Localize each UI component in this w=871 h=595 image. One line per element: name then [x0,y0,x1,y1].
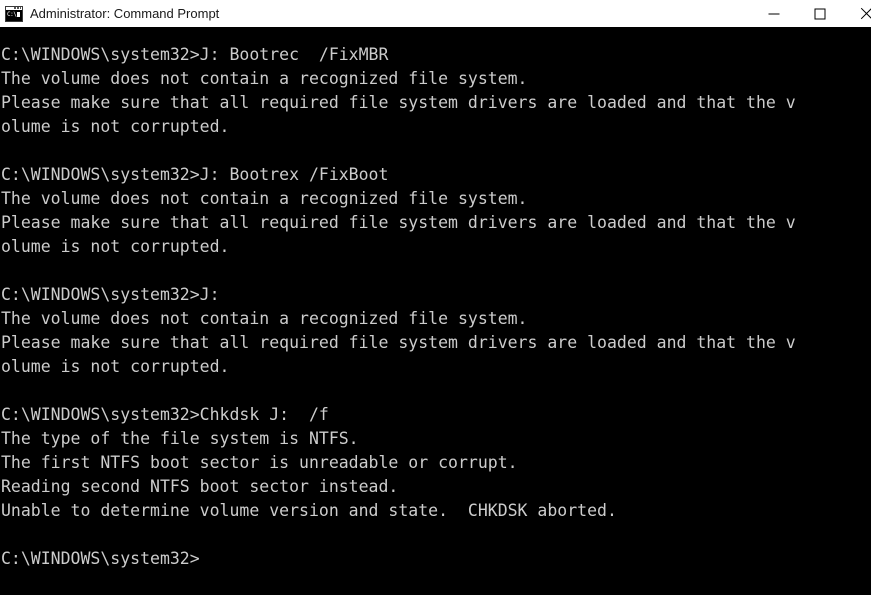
console-output-area[interactable]: C:\WINDOWS\system32>J: Bootrec /FixMBR Th… [0,27,871,595]
console-line: Please make sure that all required file … [1,93,796,112]
window-title: Administrator: Command Prompt [30,6,220,21]
console-line: C:\WINDOWS\system32>J: Bootrec /FixMBR [1,45,389,64]
close-button[interactable] [843,0,871,27]
title-bar[interactable]: C:\ Administrator: Command Prompt [0,0,871,27]
window-controls [751,0,871,27]
console-line: Unable to determine volume version and s… [1,501,617,520]
console-line: The type of the file system is NTFS. [1,429,359,448]
console-line: The volume does not contain a recognized… [1,189,528,208]
minimize-icon [768,13,780,14]
console-line: The first NTFS boot sector is unreadable… [1,453,518,472]
console-line: Please make sure that all required file … [1,333,796,352]
console-line: olume is not corrupted. [1,117,230,136]
console-line: C:\WINDOWS\system32> [1,549,200,568]
console-line: olume is not corrupted. [1,237,230,256]
minimize-button[interactable] [751,0,797,27]
maximize-icon [814,8,826,19]
console-line: C:\WINDOWS\system32>J: [1,285,220,304]
title-bar-left: C:\ Administrator: Command Prompt [0,0,751,27]
console-line: The volume does not contain a recognized… [1,309,528,328]
console-lines: C:\WINDOWS\system32>J: Bootrec /FixMBR Th… [1,43,871,571]
icon-caret [17,11,20,17]
console-line: C:\WINDOWS\system32>Chkdsk J: /f [1,405,329,424]
maximize-button[interactable] [797,0,843,27]
console-line: Reading second NTFS boot sector instead. [1,477,399,496]
close-icon [859,7,871,21]
console-line: C:\WINDOWS\system32>J: Bootrex /FixBoot [1,165,389,184]
console-line: olume is not corrupted. [1,357,230,376]
console-line: Please make sure that all required file … [1,213,796,232]
icon-prompt-text: C:\ [7,10,17,18]
command-prompt-window: C:\ Administrator: Command Prompt C:\WIN… [0,0,871,595]
console-line: The volume does not contain a recognized… [1,69,528,88]
command-prompt-icon: C:\ [5,5,23,22]
